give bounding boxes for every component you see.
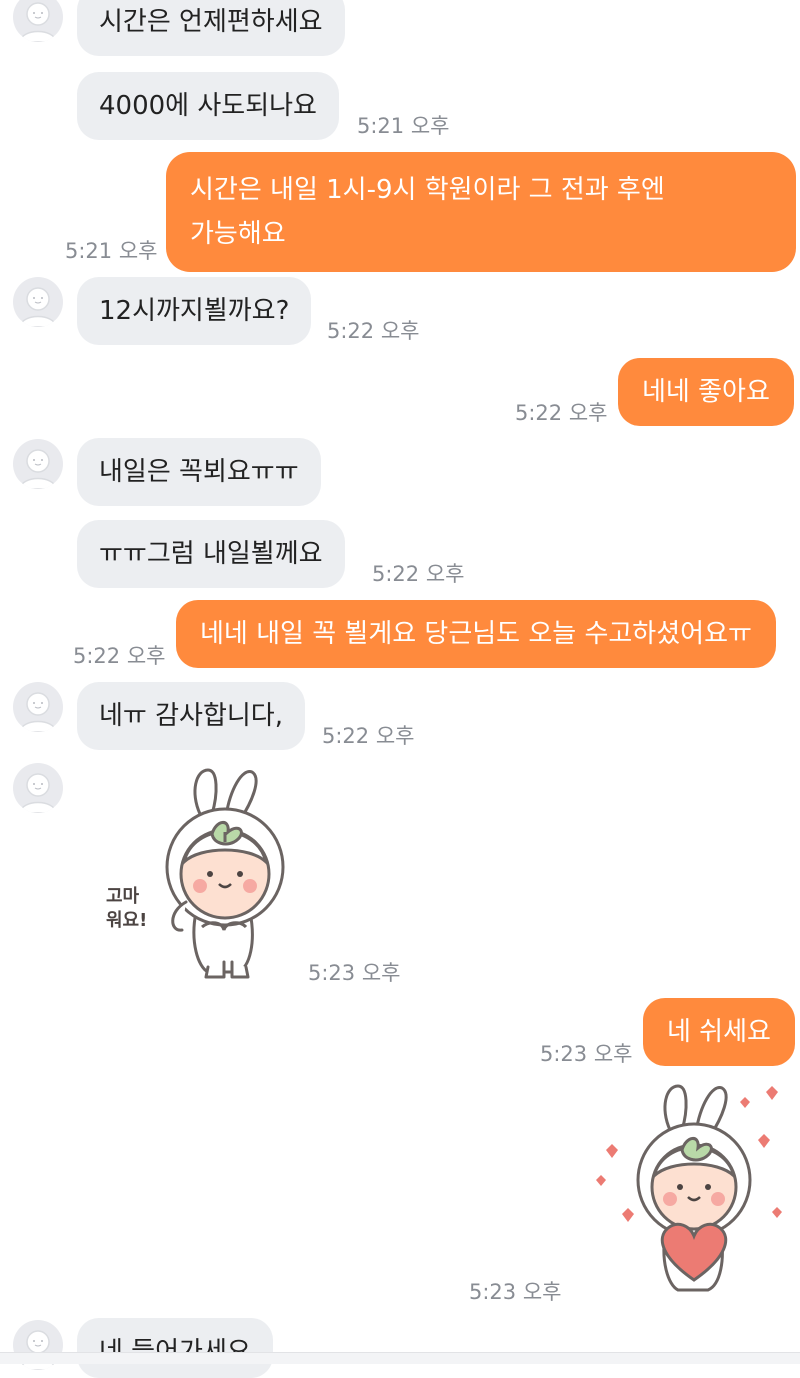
- message-time: 5:21 오후: [65, 239, 158, 263]
- message-time: 5:22 오후: [73, 644, 166, 668]
- sticker-caption: 워요!: [106, 909, 147, 931]
- message-time: 5:22 오후: [322, 724, 415, 748]
- incoming-message[interactable]: 시간은 언제편하세요: [77, 0, 345, 56]
- incoming-message[interactable]: 4000에 사도되나요: [77, 72, 339, 140]
- message-time: 5:23 오후: [540, 1042, 633, 1066]
- sticker-caption: 고마: [106, 886, 140, 907]
- avatar[interactable]: [13, 439, 63, 489]
- outgoing-message[interactable]: 네 쉬세요: [643, 998, 795, 1066]
- message-time: 5:23 오후: [469, 1280, 562, 1304]
- bunny-heart-sticker[interactable]: [582, 1080, 792, 1305]
- incoming-message[interactable]: 네ㅠ 감사합니다,: [77, 682, 305, 750]
- message-line: 가능해요: [190, 219, 286, 249]
- avatar[interactable]: [13, 682, 63, 732]
- outgoing-message[interactable]: 시간은 내일 1시-9시 학원이라 그 전과 후엔 가능해요: [166, 152, 796, 272]
- message-line: 시간은 내일 1시-9시 학원이라 그 전과 후엔: [190, 175, 665, 205]
- incoming-message[interactable]: 12시까지뵐까요?: [77, 277, 312, 345]
- avatar[interactable]: [13, 0, 63, 42]
- message-time: 5:23 오후: [308, 961, 401, 985]
- outgoing-message[interactable]: 네네 내일 꼭 뵐게요 당근님도 오늘 수고하셨어요ㅠ: [176, 600, 776, 668]
- message-time: 5:22 오후: [372, 562, 465, 586]
- incoming-message[interactable]: 네 들어가세요: [77, 1318, 273, 1378]
- message-time: 5:22 오후: [515, 401, 608, 425]
- avatar[interactable]: [13, 277, 63, 327]
- message-composer[interactable]: [0, 1352, 800, 1364]
- incoming-message[interactable]: ㅠㅠ그럼 내일뵐께요: [77, 520, 345, 588]
- incoming-message[interactable]: 내일은 꼭뵈요ㅠㅠ: [77, 438, 321, 506]
- bunny-thanks-sticker[interactable]: 고마 워요!: [100, 762, 290, 987]
- outgoing-message[interactable]: 네네 좋아요: [618, 358, 794, 426]
- message-time: 5:22 오후: [327, 319, 420, 343]
- avatar[interactable]: [13, 763, 63, 813]
- message-time: 5:21 오후: [357, 114, 450, 138]
